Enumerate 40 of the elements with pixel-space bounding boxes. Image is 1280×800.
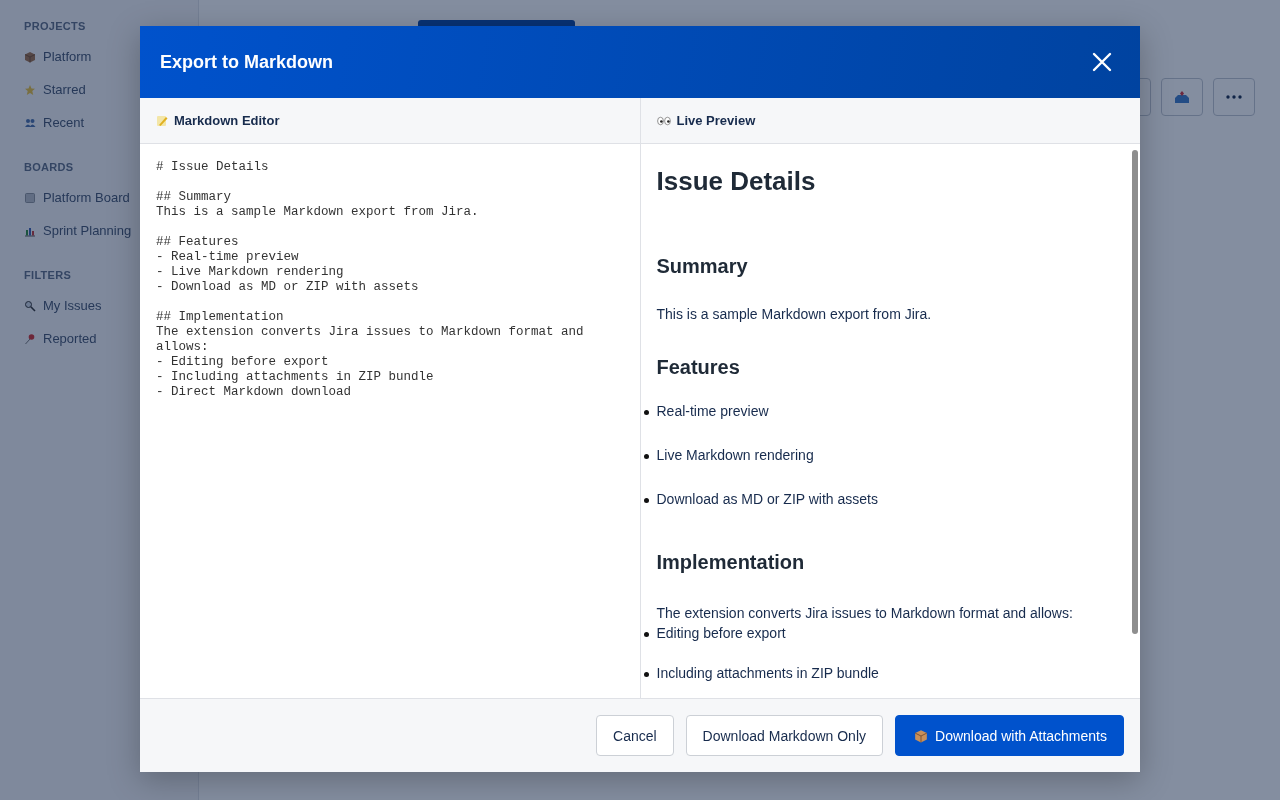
search-icon: [24, 299, 36, 312]
eyes-icon: [656, 115, 671, 126]
dialog-button[interactable]: Cancel: [596, 715, 674, 756]
scrollbar[interactable]: [1132, 150, 1138, 634]
dialog-button[interactable]: Download Markdown Only: [685, 715, 883, 756]
pane-title: Live Preview: [676, 113, 756, 128]
markdown-editor-field[interactable]: # Issue Details ## Summary This is a sample Markdown export from Jira. ## Features - Real-time preview - Live Markdown rendering - Download as MD or ZIP with assets ## Implementation The extension converts Jira issues to Markdown format and allows: - Editing before export - Including attachments in ZIP bundle - Direct Markdown download: [140, 144, 640, 698]
preview-subheading: Summary: [656, 255, 749, 278]
bullet-icon: [643, 454, 649, 459]
star-icon: [24, 83, 36, 96]
section-heading: PROJECTS: [24, 20, 86, 32]
close-icon: [1092, 52, 1112, 72]
list-item: Including attachments in ZIP bundle: [656, 665, 879, 681]
preview-paragraph: The extension converts Jira issues to Markdown format and allows:: [656, 605, 1074, 621]
list-item: Download as MD or ZIP with assets: [656, 491, 878, 507]
section-heading: BOARDS: [24, 161, 74, 173]
pane-title: Markdown Editor: [174, 113, 280, 128]
inbox-icon: [1174, 90, 1190, 104]
inbox-button[interactable]: [1161, 78, 1203, 116]
download-with-attachments-button[interactable]: Download with Attachments: [895, 715, 1124, 756]
preview-heading: Issue Details: [656, 166, 817, 197]
bullet-icon: [643, 632, 649, 637]
list-item: Real-time preview: [656, 403, 769, 419]
more-button[interactable]: [1213, 78, 1255, 116]
section-heading: FILTERS: [24, 269, 72, 281]
people-icon: [24, 116, 36, 129]
pin-icon: [24, 332, 36, 345]
bullet-icon: [643, 498, 649, 503]
list-item: Editing before export: [656, 625, 786, 641]
board-icon: [24, 191, 36, 204]
box-icon: [914, 728, 928, 743]
preview-subheading: Implementation: [656, 551, 806, 574]
dialog-title: Export to Markdown: [160, 51, 333, 73]
box-icon: [24, 50, 36, 63]
preview-subheading: Features: [656, 356, 741, 379]
bullet-icon: [643, 410, 649, 415]
bullet-icon: [643, 672, 649, 677]
preview-paragraph: This is a sample Markdown export from Jira.: [656, 306, 933, 322]
memo-icon: [156, 114, 168, 127]
list-item: Live Markdown rendering: [656, 447, 814, 463]
